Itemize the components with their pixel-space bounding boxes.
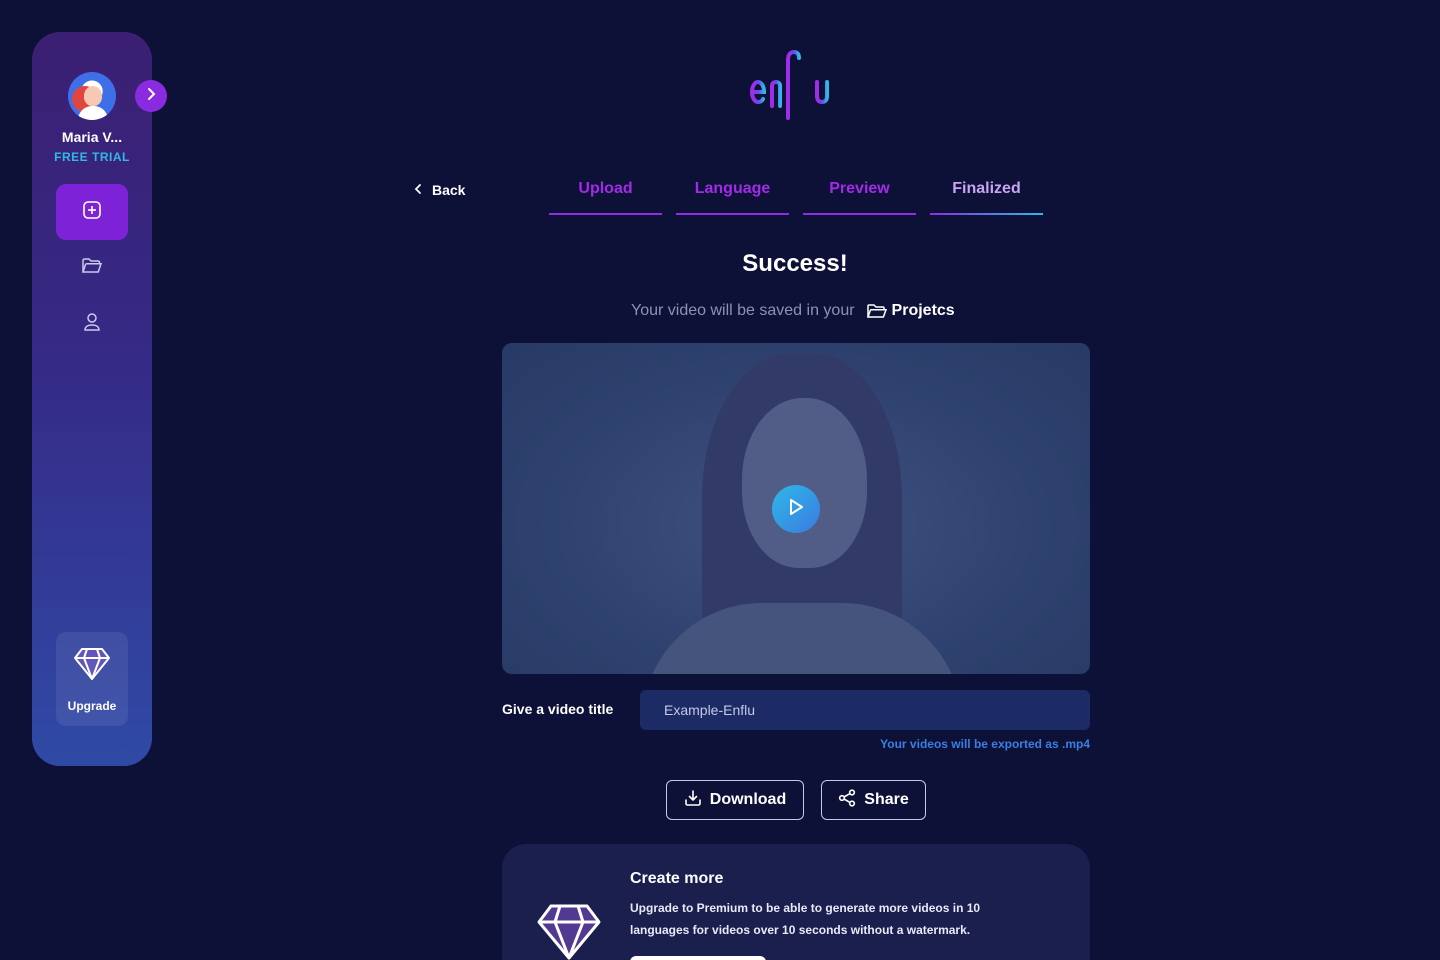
download-icon — [684, 789, 702, 812]
tab-preview-label: Preview — [829, 180, 890, 197]
saved-prefix: Your video will be saved in your — [631, 302, 855, 319]
user-icon — [83, 312, 101, 337]
user-plan-badge: FREE TRIAL — [54, 150, 130, 164]
expand-sidebar-button[interactable] — [135, 80, 167, 112]
plus-square-icon — [82, 200, 102, 225]
back-label: Back — [432, 182, 466, 198]
create-more-text: Upgrade to Premium to be able to generat… — [630, 901, 981, 937]
upgrade-label: Upgrade — [67, 699, 117, 713]
download-label: Download — [709, 791, 787, 808]
tab-finalized-label: Finalized — [952, 180, 1021, 197]
share-icon — [838, 788, 856, 812]
diamond-icon — [536, 902, 602, 960]
tab-upload[interactable]: Upload — [549, 180, 662, 215]
create-more-card: Create more Upgrade to Premium to be abl… — [502, 844, 1090, 960]
export-format-note: Your videos will be exported as .mp4 — [880, 737, 1090, 751]
chevron-left-icon — [414, 182, 422, 198]
sidebar: Maria V... FREE TRIAL Upgrade — [32, 32, 152, 766]
upgrade-button[interactable]: Upgrade — [56, 632, 128, 726]
back-link[interactable]: Back — [414, 182, 465, 198]
user-name: Maria V... — [61, 129, 123, 145]
saved-location-text: Your video will be saved in your Projetc… — [631, 302, 955, 320]
create-more-title: Create more — [630, 870, 724, 887]
play-icon — [787, 497, 805, 522]
diamond-icon — [73, 646, 111, 687]
upgrade-premium-button[interactable] — [630, 956, 766, 960]
folder-icon — [866, 304, 887, 318]
tab-language-label: Language — [694, 180, 771, 197]
tab-finalized[interactable]: Finalized — [930, 180, 1043, 215]
download-button[interactable]: Download — [666, 780, 804, 820]
sidebar-item-profile[interactable] — [56, 296, 128, 352]
app-page: Maria V... FREE TRIAL Upgrade Back Uploa… — [0, 0, 1440, 960]
chevron-right-icon — [145, 87, 157, 106]
projects-link[interactable]: Projetcs — [892, 302, 955, 320]
tab-upload-label: Upload — [578, 180, 633, 197]
video-title-input[interactable] — [640, 690, 1090, 730]
tab-preview[interactable]: Preview — [803, 180, 916, 215]
sidebar-item-new-project[interactable] — [56, 184, 128, 240]
avatar[interactable] — [68, 72, 116, 120]
page-title: Success! — [742, 250, 848, 277]
share-button[interactable]: Share — [821, 780, 926, 820]
share-label: Share — [864, 791, 909, 808]
tab-language[interactable]: Language — [676, 180, 789, 215]
video-player[interactable] — [502, 343, 1090, 674]
video-title-label: Give a video title — [502, 701, 614, 717]
play-button[interactable] — [772, 485, 820, 533]
enflu-logo — [728, 48, 862, 141]
